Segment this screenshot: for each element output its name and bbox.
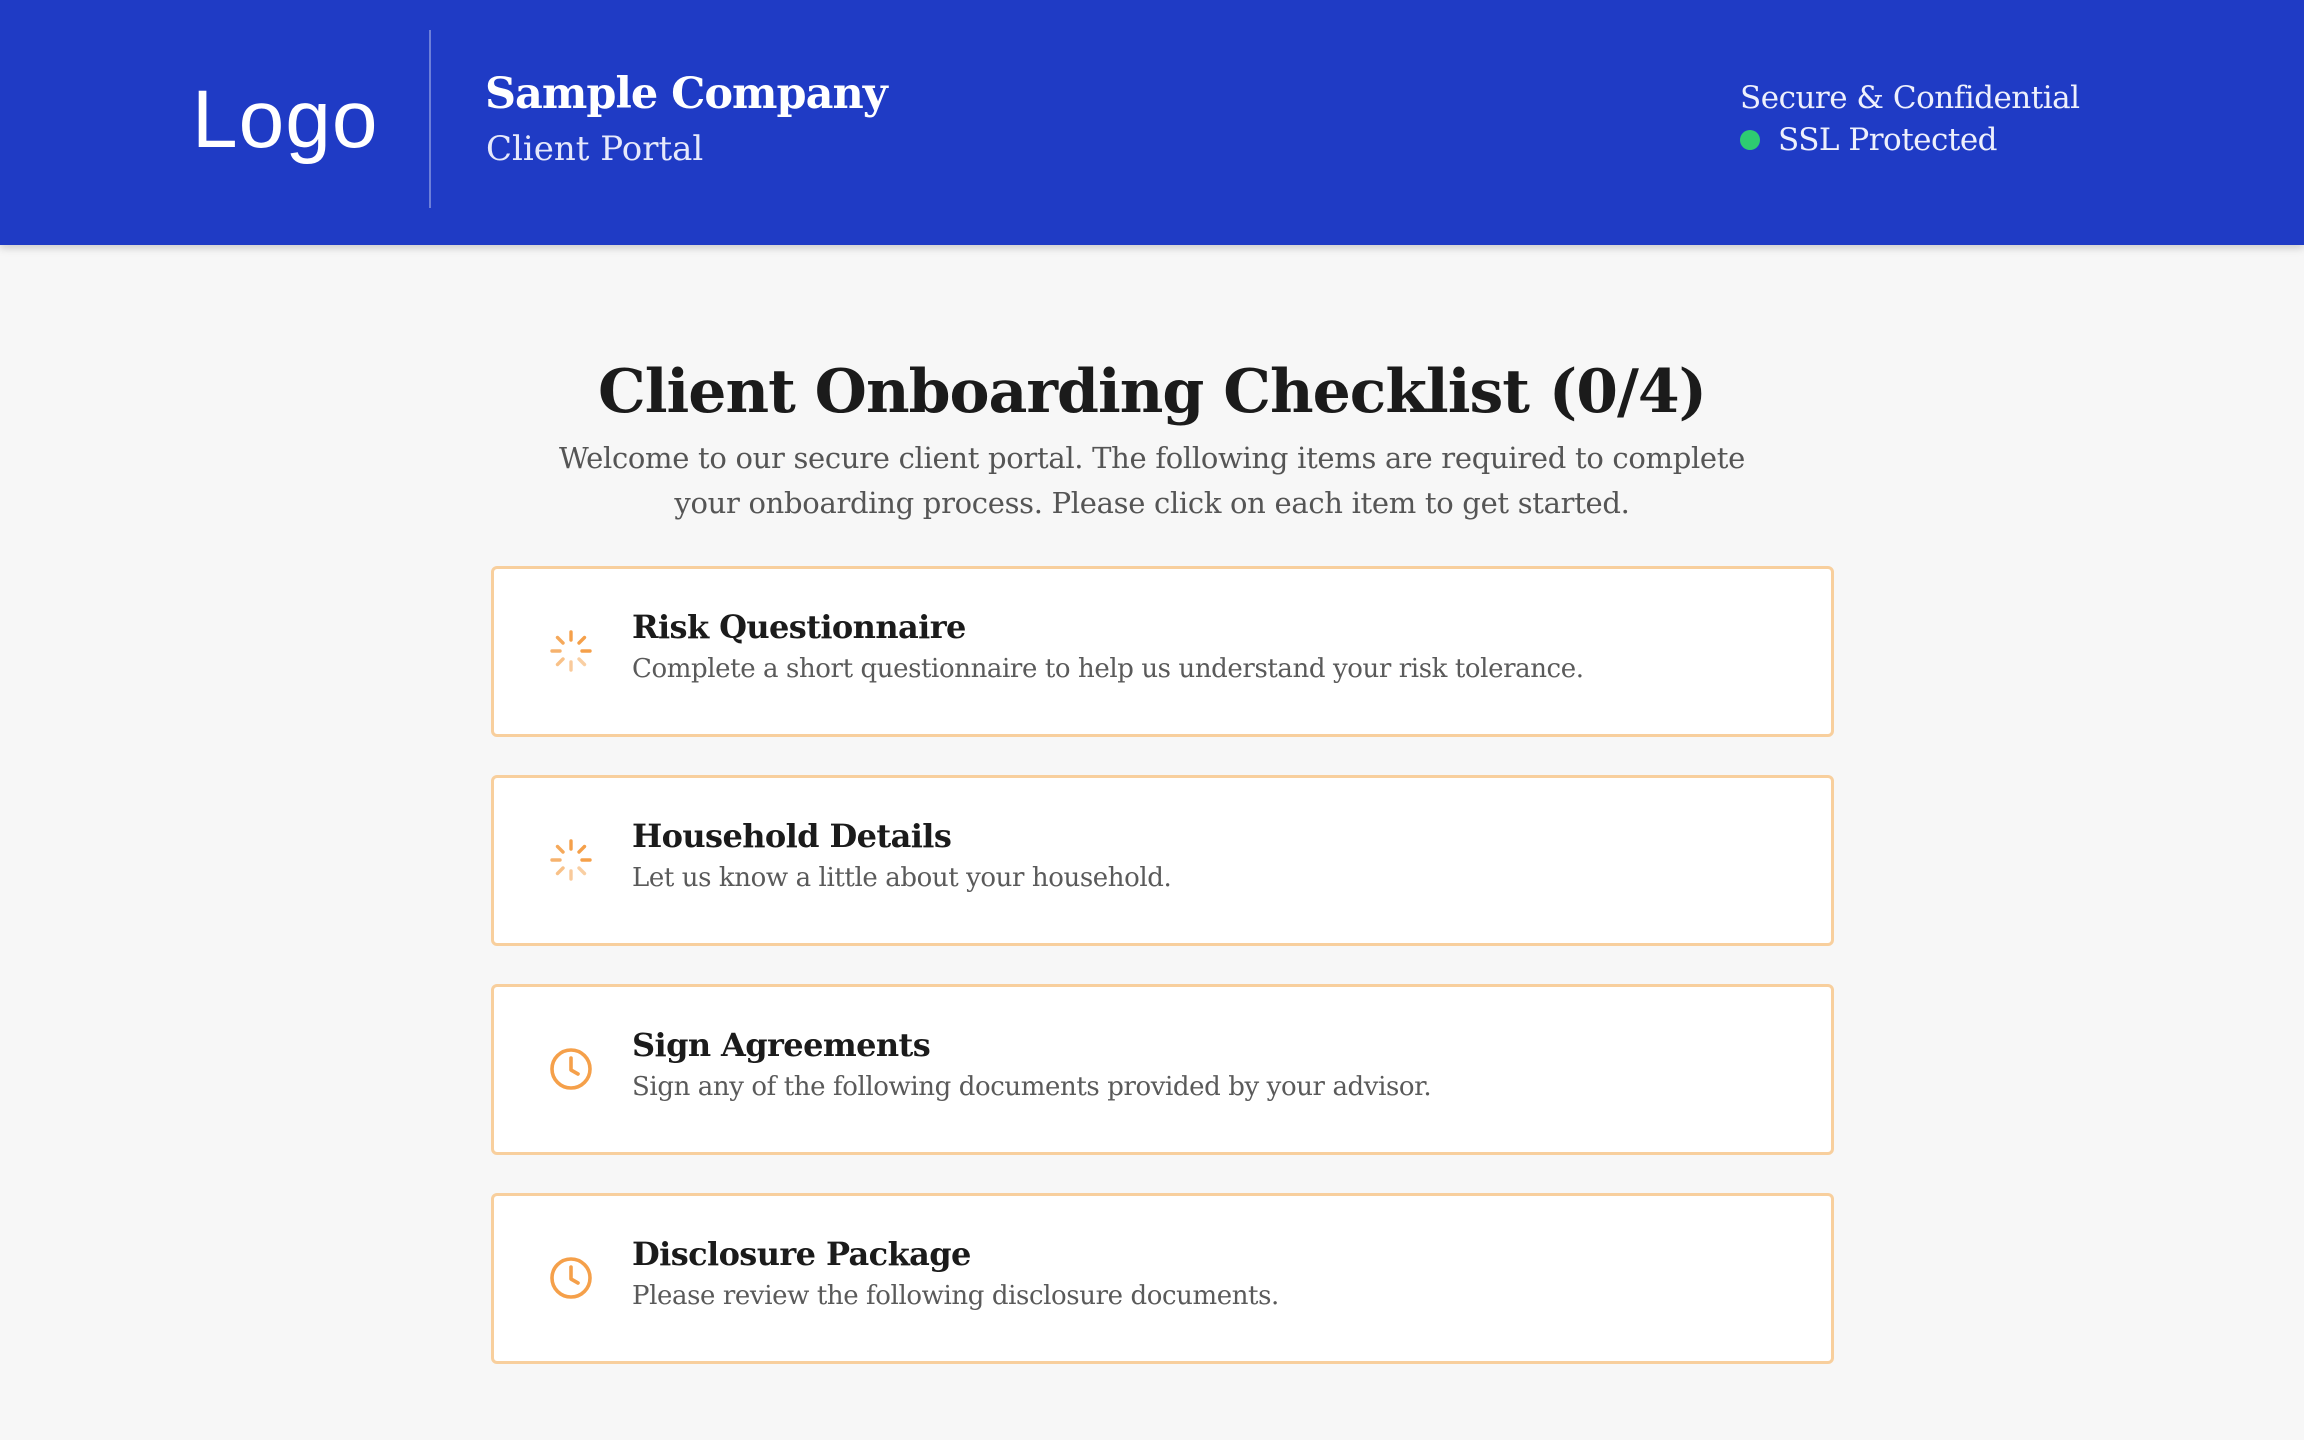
checklist-item-description: Please review the following disclosure d… (632, 1281, 1279, 1311)
intro-text: Welcome to our secure client portal. The… (558, 441, 1746, 520)
portal-header: Logo Sample Company Client Portal Secure… (0, 0, 2304, 245)
checklist-item-disclosure-package[interactable]: Disclosure Package Please review the fol… (491, 1193, 1834, 1364)
onboarding-checklist: Risk Questionnaire Complete a short ques… (491, 566, 1834, 1402)
clock-icon (550, 1257, 592, 1299)
ssl-status-dot-icon (1740, 130, 1760, 150)
company-name: Sample Company (485, 69, 888, 119)
clock-icon (550, 1048, 592, 1090)
portal-name: Client Portal (486, 129, 704, 169)
header-divider (429, 30, 431, 208)
checklist-item-description: Sign any of the following documents prov… (632, 1072, 1432, 1102)
checklist-item-risk-questionnaire[interactable]: Risk Questionnaire Complete a short ques… (491, 566, 1834, 737)
checklist-item-title: Household Details (632, 817, 952, 855)
spinner-icon (550, 839, 592, 881)
ssl-status: SSL Protected (1740, 118, 1998, 162)
company-logo[interactable]: Logo (192, 70, 378, 170)
checklist-item-household-details[interactable]: Household Details Let us know a little a… (491, 775, 1834, 946)
checklist-item-description: Let us know a little about your househol… (632, 863, 1172, 893)
checklist-item-description: Complete a short questionnaire to help u… (632, 654, 1584, 684)
checklist-item-title: Disclosure Package (632, 1235, 971, 1273)
page-title: Client Onboarding Checklist (0/4) (597, 357, 1707, 427)
checklist-item-title: Risk Questionnaire (632, 608, 966, 646)
checklist-item-sign-agreements[interactable]: Sign Agreements Sign any of the followin… (491, 984, 1834, 1155)
checklist-item-title: Sign Agreements (632, 1026, 931, 1064)
ssl-status-label: SSL Protected (1778, 122, 1998, 158)
spinner-icon (550, 630, 592, 672)
secure-confidential-label: Secure & Confidential (1740, 80, 2080, 116)
